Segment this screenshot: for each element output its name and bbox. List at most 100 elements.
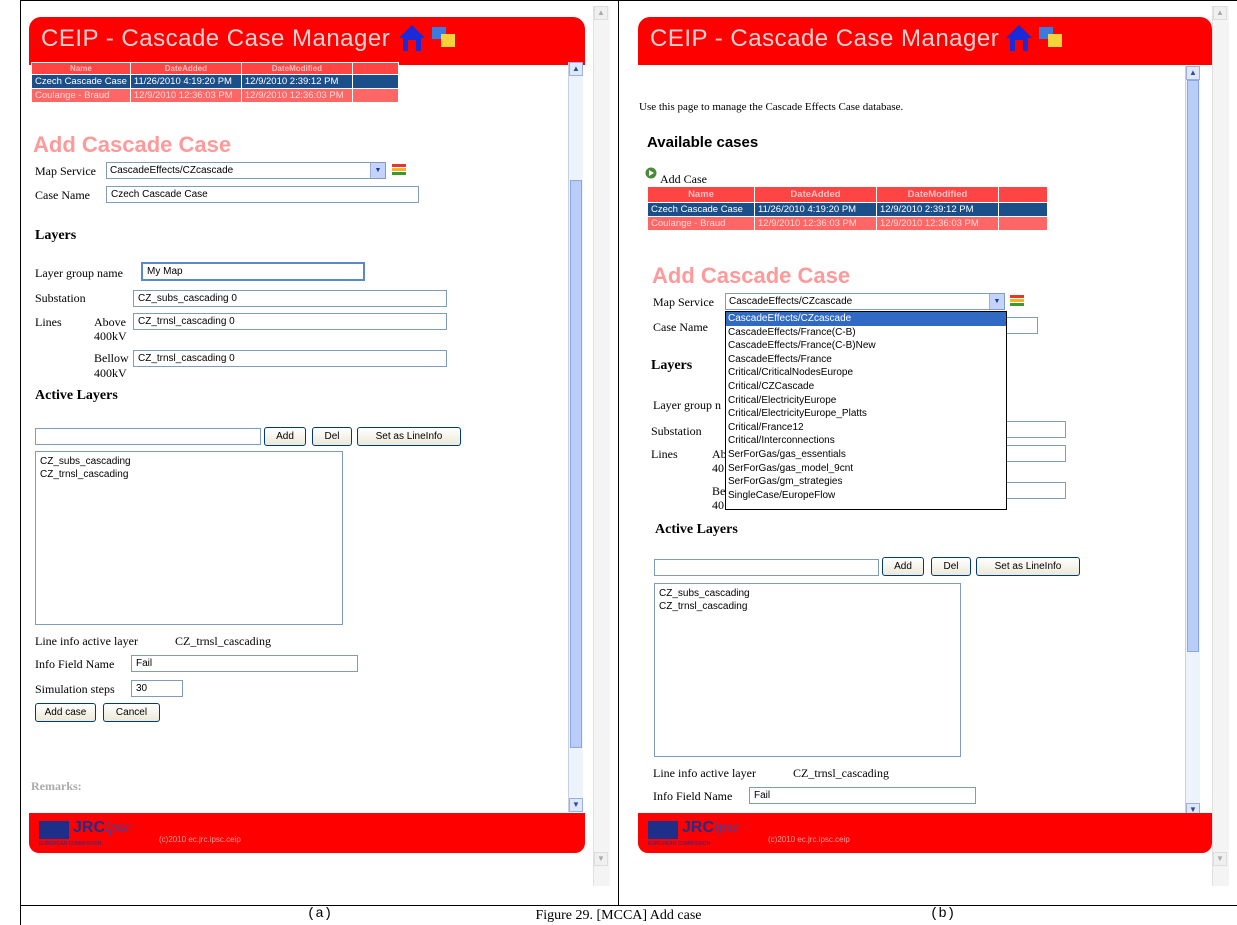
dropdown-option[interactable]: Critical/CriticalNodesEurope [726,366,1006,380]
dropdown-option[interactable]: SerForGas/gas_model_9cnt [726,462,1006,476]
outer-scrollbar[interactable]: ▲ ▼ [1212,6,1229,886]
lines-label: Lines [651,447,678,461]
add-button[interactable]: Add [264,427,306,446]
substation-field[interactable]: CZ_subs_cascading 0 [133,290,447,307]
chevron-down-icon[interactable]: ▼ [989,294,1004,309]
col-date-added[interactable]: DateAdded [754,186,877,203]
scroll-up-icon[interactable]: ▲ [594,6,608,20]
list-item[interactable]: CZ_trnsl_cascading [659,600,956,613]
windows-icon[interactable] [1038,26,1066,50]
table-row[interactable]: Coulange - Braud 12/9/2010 12:36:03 PM 1… [31,88,399,103]
above-label: Above [94,315,126,329]
bellow-field[interactable] [1002,482,1066,499]
col-date-modified[interactable]: DateModified [876,186,999,203]
active-layer-input[interactable] [35,428,261,445]
map-service-select[interactable]: CascadeEffects/CZcascade ▼ [725,293,1005,310]
dropdown-option[interactable]: SingleCase/EuropeFlow [726,489,1006,503]
case-name-field[interactable] [1002,317,1038,334]
cancel-button[interactable]: Cancel [103,703,160,722]
bellow-kv-label: 400kV [94,366,127,380]
info-field-label: Info Field Name [35,657,115,671]
info-field-input[interactable]: Fail [749,787,976,804]
caption-divider [20,905,1237,906]
dropdown-option[interactable]: Critical/Interconnections [726,434,1006,448]
table-row[interactable]: Czech Cascade Case 11/26/2010 4:19:20 PM… [31,74,399,89]
map-service-label: Map Service [35,164,96,178]
layers-icon[interactable] [391,163,407,177]
scroll-up-icon[interactable]: ▲ [1213,6,1227,20]
dropdown-option[interactable]: Critical/ElectricityEurope [726,394,1006,408]
list-item[interactable]: CZ_subs_cascading [659,587,956,600]
dropdown-option[interactable]: CascadeEffects/France [726,353,1006,367]
table-row[interactable]: Czech Cascade Case 11/26/2010 4:19:20 PM… [647,202,1048,217]
ec-label: EUROPEAN COMMISSION [648,841,711,847]
chevron-down-icon[interactable]: ▼ [370,163,385,178]
above-field[interactable] [1002,445,1066,462]
del-button[interactable]: Del [312,427,352,446]
sim-steps-label: Simulation steps [35,682,115,696]
scroll-down-icon[interactable]: ▼ [569,798,583,812]
set-lineinfo-button[interactable]: Set as LineInfo [357,427,461,446]
footer-link[interactable]: (c)2010 ec.jrc.ipsc.ceip [159,835,241,844]
outer-scrollbar[interactable]: ▲ ▼ [593,6,610,886]
inner-scrollbar[interactable]: ▲ ▼ [1185,66,1200,818]
sim-steps-input[interactable]: 30 [131,680,183,697]
app-title: CEIP - Cascade Case Manager [41,25,391,52]
add-case-link[interactable]: Add Case [660,172,707,187]
dropdown-option[interactable]: Critical/CZCascade [726,380,1006,394]
home-icon[interactable] [1004,23,1034,53]
app-title: CEIP - Cascade Case Manager [650,25,1000,52]
table-row[interactable]: Coulange - Braud 12/9/2010 12:36:03 PM 1… [647,216,1048,231]
scroll-thumb[interactable] [570,180,582,748]
list-item[interactable]: CZ_trnsl_cascading [40,468,338,481]
map-service-dropdown[interactable]: CascadeEffects/CZcascade CascadeEffects/… [725,311,1007,510]
col-date-added[interactable]: DateAdded [129,62,242,75]
footer-link[interactable]: (c)2010 ec.jrc.ipsc.ceip [768,835,850,844]
above-field[interactable]: CZ_trnsl_cascading 0 [133,313,447,330]
bellow-kv-label: 40 [712,498,724,512]
dropdown-option[interactable]: Critical/ElectricityEurope_Platts [726,407,1006,421]
eu-flag-icon [648,821,678,839]
substation-label: Substation [35,291,86,305]
inner-scrollbar[interactable]: ▲ ▼ [568,62,583,812]
active-layer-input[interactable] [654,559,879,576]
dropdown-option[interactable]: CascadeEffects/CZcascade [726,312,1006,326]
dropdown-option[interactable]: SerForGas/gm_strategies [726,475,1006,489]
add-case-title: Add Cascade Case [652,263,851,288]
scroll-up-icon[interactable]: ▲ [1186,66,1200,80]
app-footer: JRC EUROPEAN COMMISSION ipsc (c)2010 ec.… [29,813,585,853]
app-header: CEIP - Cascade Case Manager [29,17,585,65]
add-arrow-icon[interactable] [645,167,657,179]
layers-icon[interactable] [1009,294,1025,308]
substation-field[interactable] [1002,421,1066,438]
dropdown-option[interactable]: CascadeEffects/France(C-B) [726,326,1006,340]
map-service-select[interactable]: CascadeEffects/CZcascade ▼ [106,162,386,179]
active-layers-list[interactable]: CZ_subs_cascading CZ_trnsl_cascading [654,583,961,757]
active-layers-list[interactable]: CZ_subs_cascading CZ_trnsl_cascading [35,451,343,625]
bellow-field[interactable]: CZ_trnsl_cascading 0 [133,350,447,367]
case-name-field[interactable]: Czech Cascade Case [106,186,419,203]
dropdown-option[interactable]: SerForGas/gas_essentials [726,448,1006,462]
set-lineinfo-button[interactable]: Set as LineInfo [976,557,1080,576]
scroll-up-icon[interactable]: ▲ [569,62,583,76]
scroll-down-icon[interactable]: ▼ [594,852,608,866]
jrc-logo: JRC [682,819,715,836]
col-name[interactable]: Name [647,186,755,203]
home-icon[interactable] [397,23,427,53]
list-item[interactable]: CZ_subs_cascading [40,455,338,468]
windows-icon[interactable] [431,26,459,50]
dropdown-option[interactable]: Critical/France12 [726,421,1006,435]
add-button[interactable]: Add [882,557,924,576]
col-date-modified[interactable]: DateModified [240,62,353,75]
add-case-button[interactable]: Add case [35,703,96,722]
scroll-down-icon[interactable]: ▼ [1213,852,1227,866]
dropdown-option[interactable]: CascadeEffects/France(C-B)New [726,339,1006,353]
del-button[interactable]: Del [931,557,971,576]
eu-flag-icon [39,821,69,839]
layer-group-field[interactable]: My Map [141,262,365,281]
line-info-label: Line info active layer [653,766,756,780]
col-name[interactable]: Name [31,62,131,75]
scroll-thumb[interactable] [1187,80,1199,652]
panel-b: CEIP - Cascade Case Manager Use this pag… [620,0,1237,895]
info-field-input[interactable]: Fail [131,655,358,672]
